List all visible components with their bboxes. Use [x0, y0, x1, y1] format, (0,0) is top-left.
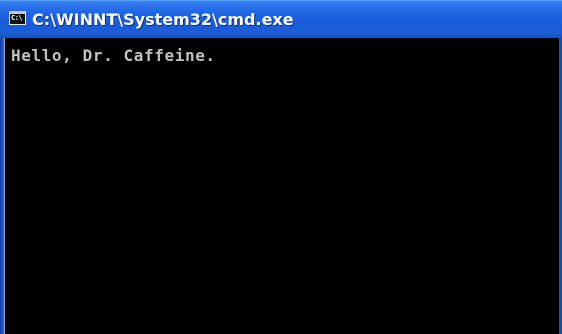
window-title: C:\WINNT\System32\cmd.exe: [32, 10, 294, 29]
cmd-window: C:\ C:\WINNT\System32\cmd.exe Hello, Dr.…: [0, 0, 562, 334]
console-line: Hello, Dr. Caffeine.: [11, 46, 216, 65]
title-bar[interactable]: C:\ C:\WINNT\System32\cmd.exe: [0, 0, 562, 38]
console-output-area[interactable]: Hello, Dr. Caffeine.: [4, 38, 559, 334]
console-icon[interactable]: C:\: [9, 11, 26, 25]
